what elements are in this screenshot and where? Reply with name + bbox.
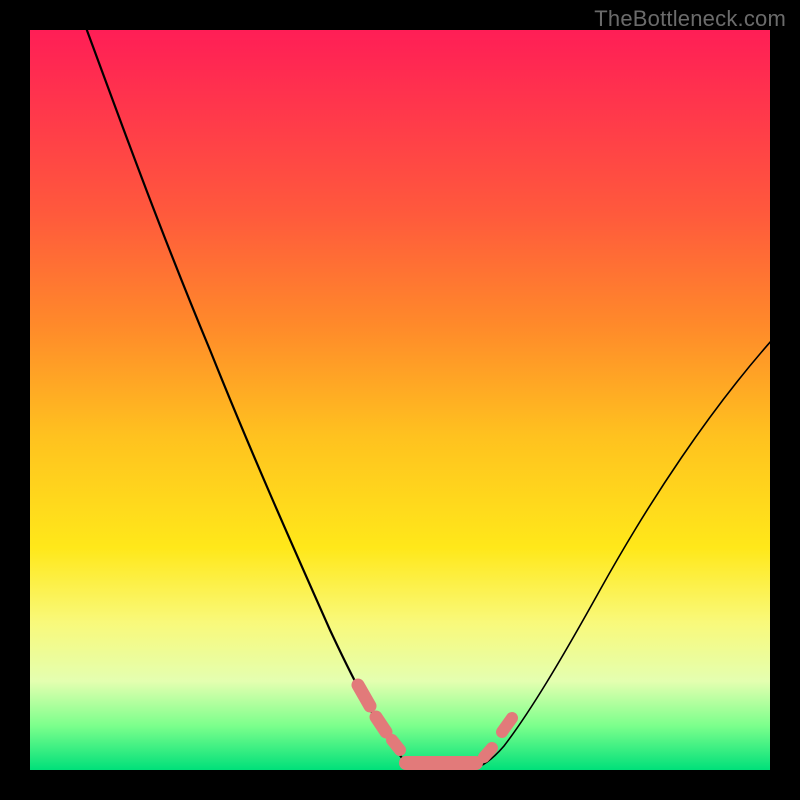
bead-right-2	[502, 718, 512, 732]
bead-left-3	[392, 740, 400, 750]
bead-left-1	[358, 685, 370, 706]
watermark-text: TheBottleneck.com	[594, 6, 786, 32]
left-curve	[85, 30, 426, 769]
chart-svg	[30, 30, 770, 770]
plot-area	[30, 30, 770, 770]
bead-right-1	[484, 748, 492, 757]
pink-beads-group	[358, 685, 512, 763]
chart-frame: TheBottleneck.com	[0, 0, 800, 800]
bead-left-2	[376, 717, 386, 732]
right-curve	[472, 340, 770, 769]
